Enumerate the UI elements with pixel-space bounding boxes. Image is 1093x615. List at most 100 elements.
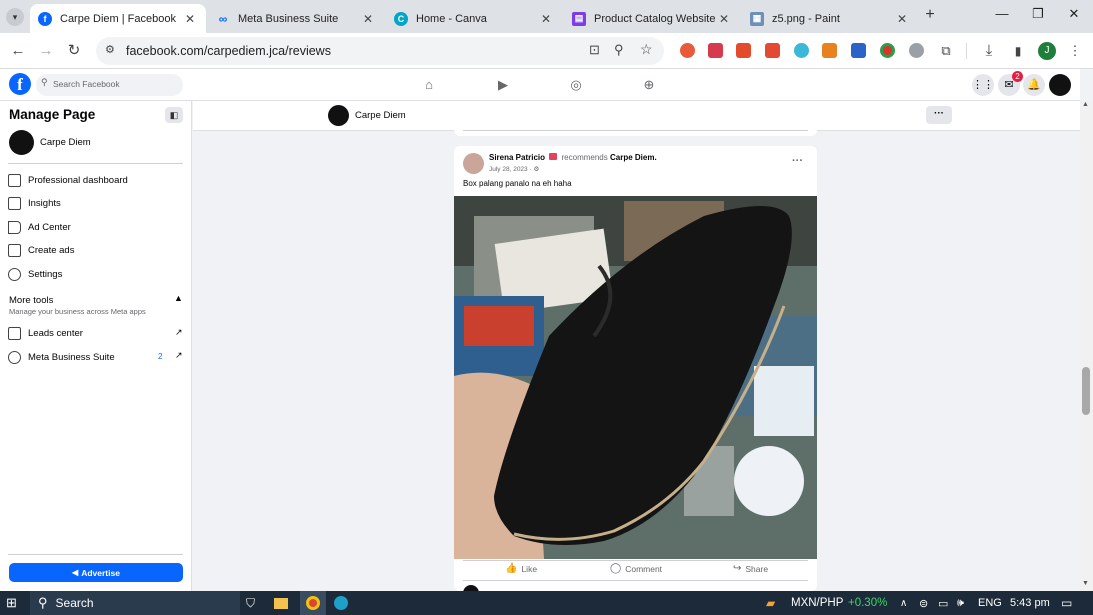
chrome-menu-icon[interactable]: ⋮: [1065, 41, 1085, 61]
scroll-down-arrow-icon[interactable]: ▼: [1082, 580, 1089, 587]
sidebar-item-ad-center[interactable]: Ad Center: [8, 218, 71, 236]
taskbar-search[interactable]: ⚲ Search: [30, 591, 240, 615]
forward-arrow-icon[interactable]: →: [36, 41, 56, 61]
chevron-up-icon[interactable]: ▲: [174, 293, 183, 303]
sidebar-item-settings[interactable]: Settings: [8, 265, 62, 283]
extension-gift-icon[interactable]: [765, 43, 780, 58]
extension-search-icon[interactable]: [794, 43, 809, 58]
post-more-button[interactable]: ···: [792, 155, 803, 167]
post-header-line: Sirena Patricio recommends Carpe Diem.: [489, 153, 657, 162]
close-window-icon[interactable]: ✕: [1064, 6, 1084, 26]
page-avatar[interactable]: [9, 130, 34, 155]
meta-favicon-icon: ∞: [218, 11, 228, 26]
extension-gray-icon[interactable]: [909, 43, 924, 58]
back-arrow-icon[interactable]: ←: [8, 41, 28, 61]
file-explorer-icon[interactable]: [274, 591, 288, 615]
chrome-taskbar-icon[interactable]: [300, 591, 326, 615]
sidebar-item-leads-center[interactable]: Leads center: [8, 324, 83, 342]
volume-icon[interactable]: 🕪: [957, 591, 964, 615]
author-name[interactable]: Sirena Patricio: [489, 153, 545, 162]
tab-carpe-diem[interactable]: f Carpe Diem | Facebook ✕: [30, 4, 206, 33]
sidebar-title: Manage Page: [9, 107, 96, 122]
bookmark-star-icon[interactable]: ☆: [640, 41, 653, 58]
recommend-icon: [549, 153, 558, 160]
sidebar-item-professional-dashboard[interactable]: Professional dashboard: [8, 171, 128, 189]
tab-canva[interactable]: C Home - Canva ✕: [386, 4, 562, 33]
network-icon[interactable]: ▭: [938, 591, 948, 615]
account-avatar[interactable]: [1049, 74, 1071, 96]
author-avatar[interactable]: [463, 153, 484, 174]
close-tab-icon[interactable]: ✕: [538, 12, 554, 26]
recommended-page[interactable]: Carpe Diem.: [610, 153, 657, 162]
close-tab-icon[interactable]: ✕: [360, 12, 376, 26]
language-indicator[interactable]: ENG: [978, 591, 1002, 615]
extensions-puzzle-icon[interactable]: ⧉: [936, 41, 956, 61]
gaming-icon[interactable]: ⊕: [641, 77, 657, 93]
tab-meta-business-suite[interactable]: ∞ Meta Business Suite ✕: [208, 4, 384, 33]
currency-pair[interactable]: MXN/PHP: [791, 591, 843, 615]
clock-time[interactable]: 5:43 pm: [1010, 591, 1050, 615]
install-app-icon[interactable]: ⊡: [589, 42, 600, 58]
extension-pocket-icon[interactable]: [708, 43, 723, 58]
tray-chevron-icon[interactable]: ∧: [900, 591, 907, 615]
start-button[interactable]: ⊞: [6, 591, 17, 615]
page-header-avatar[interactable]: [328, 105, 349, 126]
scroll-up-arrow-icon[interactable]: ▲: [1082, 101, 1089, 108]
post-photo[interactable]: [454, 196, 817, 559]
side-panel-icon[interactable]: ▮: [1008, 41, 1028, 61]
collapse-sidebar-icon[interactable]: ◧: [165, 107, 183, 123]
page-name[interactable]: Carpe Diem: [40, 137, 91, 148]
page-scrollbar[interactable]: ▲ ▼: [1080, 101, 1093, 591]
extension-blue-icon[interactable]: [851, 43, 866, 58]
zoom-icon[interactable]: ⚲: [614, 42, 624, 58]
search-placeholder: Search Facebook: [53, 79, 120, 89]
close-tab-icon[interactable]: ✕: [716, 12, 732, 26]
site-settings-icon[interactable]: ⚙: [105, 43, 115, 56]
task-view-icon[interactable]: ⛉: [246, 591, 255, 615]
tab-paint[interactable]: ▦ z5.png - Paint ✕: [742, 4, 918, 33]
share-button[interactable]: ↪ Share: [733, 563, 768, 574]
manage-page-sidebar: Manage Page ◧ Carpe Diem Professional da…: [0, 101, 192, 591]
page-more-button[interactable]: ···: [926, 106, 952, 124]
tab-search-button[interactable]: ▾: [6, 8, 24, 26]
comment-button[interactable]: ◯ Comment: [610, 563, 662, 574]
scrollbar-thumb[interactable]: [1082, 367, 1090, 415]
page-header-name[interactable]: Carpe Diem: [355, 110, 406, 121]
video-icon[interactable]: ▶: [495, 77, 511, 93]
post-date-text[interactable]: July 28, 2023 ·: [489, 166, 532, 173]
home-icon[interactable]: ⌂: [421, 77, 437, 93]
tab-product-catalog[interactable]: ▤ Product Catalog Website in ✕: [564, 4, 740, 33]
recommends-verb: recommends: [561, 153, 608, 162]
advertise-button[interactable]: ◀ Advertise: [9, 563, 183, 582]
groups-icon[interactable]: ◎: [568, 77, 584, 93]
profile-avatar[interactable]: J: [1038, 42, 1056, 60]
sidebar-item-insights[interactable]: Insights: [8, 194, 61, 212]
currency-widget-icon[interactable]: ▰: [766, 591, 775, 615]
facebook-logo-icon[interactable]: f: [9, 73, 31, 95]
new-tab-button[interactable]: +: [921, 6, 939, 24]
reload-icon[interactable]: ↻: [64, 41, 84, 61]
extension-red-icon[interactable]: [680, 43, 695, 58]
like-button[interactable]: 👍 Like: [505, 563, 537, 574]
sidebar-item-meta-business-suite[interactable]: Meta Business Suite: [8, 348, 115, 366]
tab-title: Home - Canva: [416, 12, 487, 25]
extension-metamask-icon[interactable]: [822, 43, 837, 58]
facebook-search-input[interactable]: ⚲ Search Facebook: [36, 74, 183, 96]
close-tab-icon[interactable]: ✕: [894, 12, 910, 26]
minimize-window-icon[interactable]: —: [992, 6, 1012, 26]
close-tab-icon[interactable]: ✕: [182, 12, 198, 26]
restore-window-icon[interactable]: ❐: [1028, 6, 1048, 26]
tray-app-icon[interactable]: ⊜: [919, 591, 928, 615]
notifications-bell-icon[interactable]: 🔔: [1023, 74, 1045, 96]
downloads-icon[interactable]: ⤓: [979, 41, 999, 61]
edge-taskbar-icon[interactable]: [334, 591, 348, 615]
extension-color-icon[interactable]: [880, 43, 895, 58]
post-divider: [463, 130, 808, 131]
extension-download-icon[interactable]: [736, 43, 751, 58]
sidebar-item-create-ads[interactable]: Create ads: [8, 241, 74, 259]
tab-strip: ▾ f Carpe Diem | Facebook ✕ ∞ Meta Busin…: [0, 0, 1093, 33]
menu-grid-icon[interactable]: ⋮⋮: [972, 74, 994, 96]
address-bar[interactable]: ⚙ facebook.com/carpediem.jca/reviews ⊡ ⚲…: [96, 37, 664, 65]
notification-center-icon[interactable]: ▭: [1061, 591, 1072, 615]
sidebar-item-label: Professional dashboard: [28, 174, 128, 186]
